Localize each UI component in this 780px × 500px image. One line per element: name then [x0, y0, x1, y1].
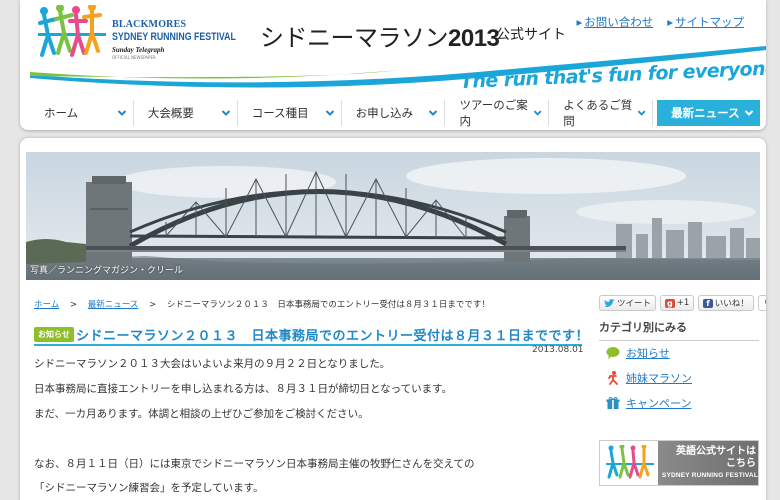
nav-label: よくあるご質問 — [563, 98, 633, 128]
share-buttons: ツイート g +1 f いいね！ 0 — [599, 295, 766, 311]
tweet-label: ツイート — [617, 299, 652, 309]
breadcrumb-news[interactable]: 最新ニュース — [88, 300, 139, 310]
chevron-down-icon — [117, 110, 127, 116]
site-title-prefix: シドニーマラソン — [260, 24, 449, 52]
hero-image-harbour-bridge: 写真／ランニングマガジン・クリール — [26, 152, 760, 280]
category-label: お知らせ — [626, 347, 670, 360]
runners-logo-icon — [38, 5, 106, 57]
banner-line2: こちら — [726, 458, 756, 469]
nav-label: 最新ニュース — [671, 106, 740, 120]
article-date: 2013.08.01 — [532, 345, 584, 355]
runner-icon — [608, 371, 618, 385]
arrow-right-icon: ▸ — [576, 15, 583, 29]
twitter-bird-icon — [604, 298, 615, 307]
category-campaign[interactable]: キャンペーン — [606, 395, 691, 411]
chevron-down-icon — [325, 110, 334, 116]
site-title: シドニーマラソン2013 — [260, 18, 500, 53]
article-paragraph: なお、８月１１日（日）には東京でシドニーマラソン日本事務局主催の牧野仁さんを交え… — [34, 458, 475, 470]
bridge-illustration — [26, 152, 760, 280]
nav-label: 大会概要 — [147, 106, 194, 120]
breadcrumb-home[interactable]: ホーム — [34, 300, 59, 310]
runners-logo-icon — [606, 445, 654, 479]
category-news[interactable]: お知らせ — [606, 345, 670, 361]
chevron-down-icon — [637, 110, 646, 116]
article-paragraph: まだ、一カ月あります。体調と相談の上ぜひご参加をご検討ください。 — [34, 408, 369, 420]
hero-caption: 写真／ランニングマガジン・クリール — [30, 266, 184, 276]
article-header: お知らせ シドニーマラソン２０１３ 日本事務局でのエントリー受付は８月３１日まで… — [34, 324, 589, 346]
gift-icon — [606, 396, 620, 409]
gplus-label: +1 — [676, 298, 690, 308]
article-paragraph: シドニーマラソン２０１３大会はいよいよ来月の９月２２日となりました。 — [34, 358, 391, 370]
category-label: 姉妹マラソン — [626, 372, 692, 385]
breadcrumb: ホーム > 最新ニュース > シドニーマラソン２０１３ 日本事務局でのエントリー… — [34, 298, 490, 310]
brand-festival-name: SYDNEY RUNNING FESTIVAL — [112, 31, 236, 43]
arrow-right-icon: ▸ — [667, 15, 673, 29]
main-nav: ホーム 大会概要 コース種目 お申し込み ツアーのご案内 よくあるご質問 最新ニ… — [30, 98, 761, 128]
category-label: キャンペーン — [626, 397, 692, 410]
festival-logo[interactable]: BLACKMORES SYDNEY RUNNING FESTIVAL Sunda… — [34, 5, 254, 71]
google-plus-icon: g — [665, 298, 675, 308]
tweet-button[interactable]: ツイート — [599, 295, 657, 311]
chevron-down-icon — [221, 110, 230, 116]
contact-link[interactable]: ▸ お問い合わせ — [576, 14, 653, 30]
nav-entry[interactable]: お申し込み — [341, 100, 446, 126]
nav-overview[interactable]: 大会概要 — [133, 100, 238, 126]
article-paragraph: 「シドニーマラソン練習会」を予定しています。 — [34, 482, 264, 494]
chevron-down-icon — [429, 110, 438, 116]
article-paragraph: 日本事務局に直接エントリーを申し込まれる方は、８月３１日が締切日となっています。 — [34, 383, 453, 395]
breadcrumb-current: シドニーマラソン２０１３ 日本事務局でのエントリー受付は８月３１日までです！ — [166, 300, 490, 310]
sitemap-link-label: サイトマップ — [675, 15, 744, 29]
facebook-icon: f — [703, 298, 713, 308]
nav-latest-news[interactable]: 最新ニュース — [657, 100, 761, 126]
nav-label: ホーム — [44, 106, 79, 120]
brand-sponsor: BLACKMORES — [112, 19, 187, 30]
nav-faq[interactable]: よくあるご質問 — [549, 98, 654, 128]
nav-label: お申し込み — [355, 106, 414, 120]
site-title-suffix: 公式サイト — [496, 27, 566, 43]
google-plus-button[interactable]: g +1 — [660, 295, 695, 311]
nav-home[interactable]: ホーム — [30, 100, 134, 126]
nav-courses[interactable]: コース種目 — [237, 100, 342, 126]
category-sister-marathons[interactable]: 姉妹マラソン — [606, 370, 692, 386]
banner-line1: 英語公式サイトは — [676, 446, 756, 457]
category-badge: お知らせ — [34, 327, 74, 342]
contact-link-label: お問い合わせ — [584, 15, 654, 29]
breadcrumb-separator: > — [69, 300, 78, 310]
nav-label: ツアーのご案内 — [459, 98, 528, 128]
main-content: 写真／ランニングマガジン・クリール ホーム > 最新ニュース > シドニーマラソ… — [20, 138, 766, 500]
brand-newspaper: Sunday Telegraph — [112, 46, 165, 54]
article-title: シドニーマラソン２０１３ 日本事務局でのエントリー受付は８月３１日までです！ — [76, 329, 590, 344]
like-button[interactable]: f いいね！ — [698, 295, 754, 311]
nav-label: コース種目 — [251, 106, 309, 120]
utility-links: ▸ お問い合わせ ▸ サイトマップ — [576, 14, 744, 30]
speech-bubble-icon — [606, 347, 620, 359]
banner-festival-name: SYDNEY RUNNING FESTIVAL — [661, 472, 758, 479]
nav-tours[interactable]: ツアーのご案内 — [445, 98, 550, 128]
breadcrumb-separator: > — [149, 300, 157, 310]
like-label: いいね！ — [714, 299, 749, 309]
chevron-down-icon — [533, 110, 542, 116]
like-count: 0 — [757, 295, 766, 311]
english-site-banner[interactable]: 英語公式サイトは こちら SYDNEY RUNNING FESTIVAL — [599, 440, 759, 486]
banner-text: 英語公式サイトは こちら — [662, 446, 756, 470]
sitemap-link[interactable]: ▸ サイトマップ — [667, 14, 744, 30]
site-title-year: 2013 — [448, 25, 500, 52]
chevron-down-icon — [744, 110, 754, 116]
category-heading: カテゴリ別にみる — [599, 319, 759, 341]
brand-newspaper-sub: OFFICIAL NEWSPAPER — [112, 55, 156, 60]
